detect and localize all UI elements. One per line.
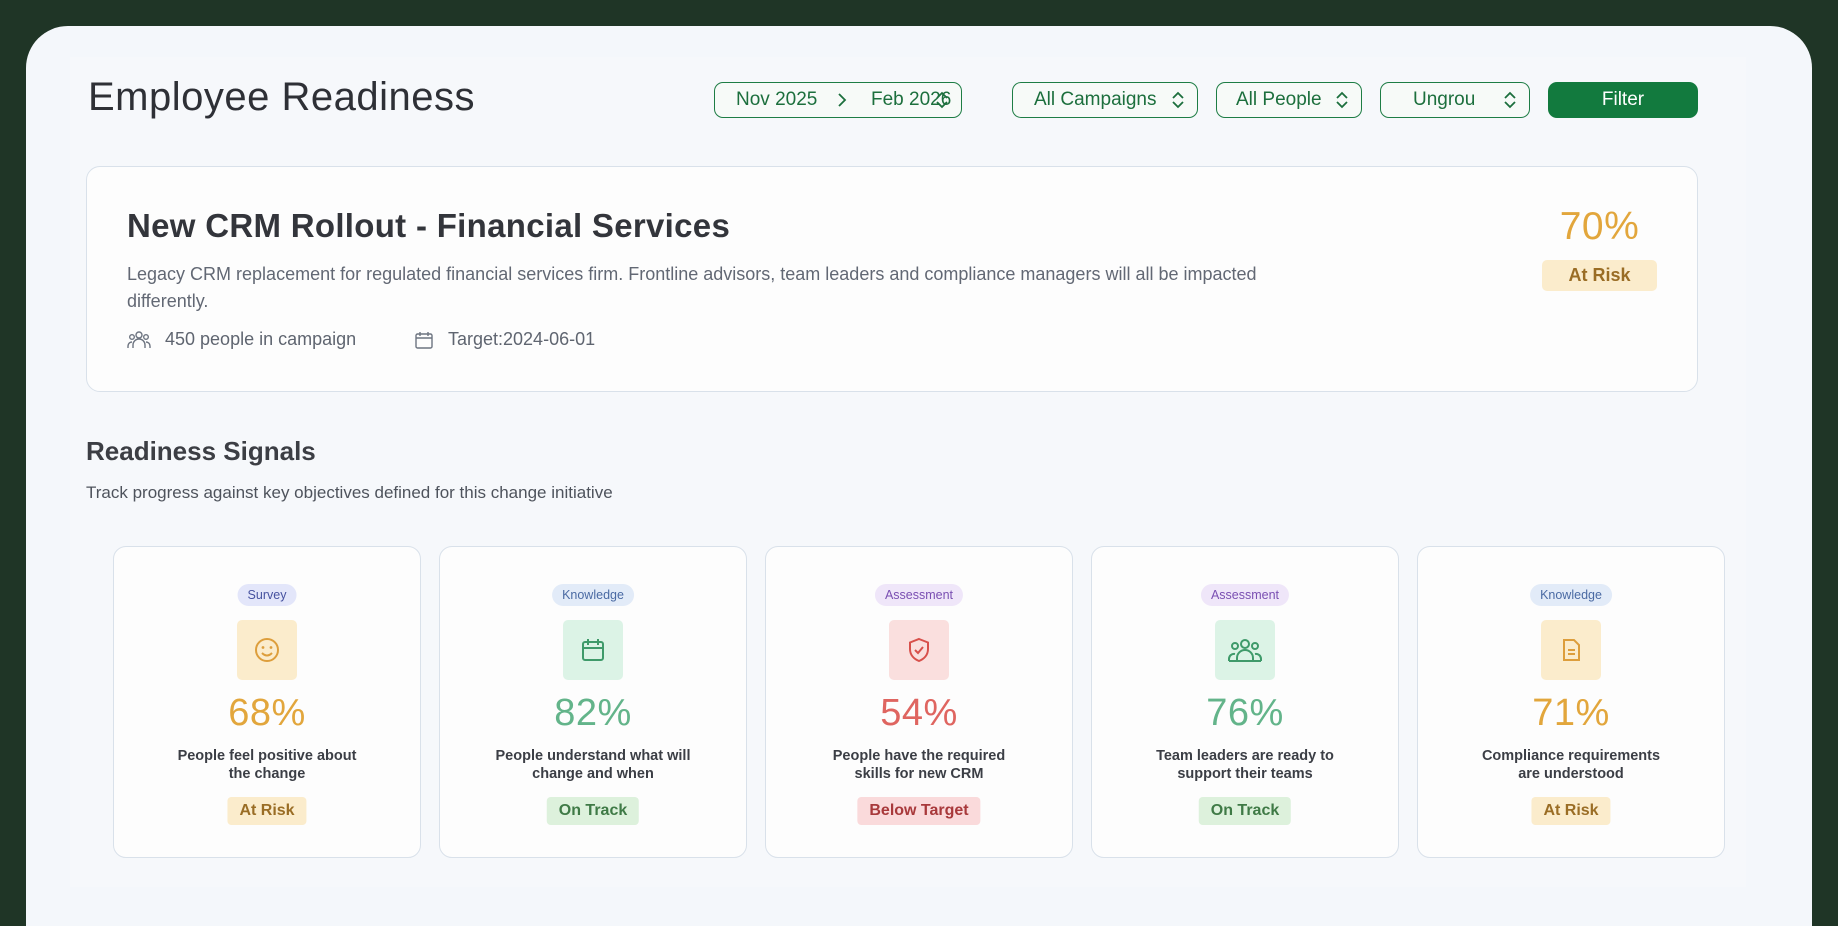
signal-card[interactable]: Knowledge 71% Compliance requirements ar…	[1417, 546, 1725, 858]
signal-value: 54%	[880, 692, 958, 734]
shield-icon	[889, 620, 949, 680]
signal-value: 71%	[1532, 692, 1610, 734]
filter-button[interactable]: Filter	[1548, 82, 1698, 118]
signal-description: People understand what will change and w…	[495, 748, 691, 782]
signal-status-badge: At Risk	[227, 797, 307, 825]
people-icon	[127, 330, 151, 348]
people-select[interactable]: All People	[1216, 82, 1362, 118]
campaign-target-text: Target:2024-06-01	[448, 329, 596, 349]
campaign-target-date: Target:2024-06-01	[414, 329, 595, 350]
group-select[interactable]: Ungrou	[1380, 82, 1530, 118]
signal-status-badge: On Track	[1198, 797, 1292, 825]
team-icon	[1215, 620, 1275, 680]
signal-value: 76%	[1206, 692, 1284, 734]
campaign-description: Legacy CRM replacement for regulated fin…	[127, 264, 1257, 311]
signal-description: People feel positive about the change	[177, 748, 357, 782]
calendar-icon	[415, 331, 433, 349]
date-range-picker[interactable]: Nov 2025 Feb 2026	[714, 82, 962, 118]
signal-tag: Knowledge	[1530, 584, 1612, 606]
calendar-icon	[563, 620, 623, 680]
updown-chevron-icon	[1504, 91, 1516, 109]
chevron-right-icon	[838, 93, 847, 107]
campaign-title: New CRM Rollout - Financial Services	[127, 207, 731, 244]
updown-chevron-icon	[1336, 91, 1348, 109]
campaign-status-badge: At Risk	[1542, 260, 1657, 291]
signal-card[interactable]: Knowledge 82% People understand what wil…	[439, 546, 747, 858]
signal-description: Team leaders are ready to support their …	[1156, 748, 1334, 782]
signal-value: 82%	[554, 692, 632, 734]
signal-description: Compliance requirements are understood	[1481, 748, 1661, 782]
campaign-select-label: All Campaigns	[1034, 89, 1157, 110]
signal-tag: Assessment	[1200, 584, 1290, 606]
group-select-label: Ungrou	[1413, 89, 1476, 110]
people-select-label: All People	[1236, 89, 1322, 110]
page-title: Employee Readiness	[88, 75, 475, 119]
campaign-card: New CRM Rollout - Financial Services Leg…	[86, 166, 1698, 392]
signal-card[interactable]: Assessment 54% People have the required …	[765, 546, 1073, 858]
campaign-people-text: 450 people in campaign	[165, 329, 357, 349]
section-subtitle: Track progress against key objectives de…	[86, 483, 613, 502]
document-icon	[1541, 620, 1601, 680]
signal-card[interactable]: Survey 68% People feel positive about th…	[113, 546, 421, 858]
campaign-people-count: 450 people in campaign	[127, 329, 356, 350]
signal-status-badge: On Track	[546, 797, 640, 825]
smile-icon	[237, 620, 297, 680]
signal-description: People have the required skills for new …	[832, 748, 1006, 782]
signal-tag: Survey	[237, 584, 297, 606]
campaign-score: 70%	[1559, 205, 1640, 248]
signal-status-badge: At Risk	[1531, 797, 1611, 825]
signal-value: 68%	[228, 692, 306, 734]
signal-status-badge: Below Target	[857, 797, 981, 825]
signal-card[interactable]: Assessment 76% Team leaders are ready to…	[1091, 546, 1399, 858]
campaign-select[interactable]: All Campaigns	[1012, 82, 1198, 118]
updown-chevron-icon	[936, 91, 948, 109]
signal-tag: Knowledge	[552, 584, 634, 606]
updown-chevron-icon	[1172, 91, 1184, 109]
date-from: Nov 2025	[736, 89, 818, 110]
section-title: Readiness Signals	[86, 436, 316, 466]
signal-tag: Assessment	[874, 584, 964, 606]
